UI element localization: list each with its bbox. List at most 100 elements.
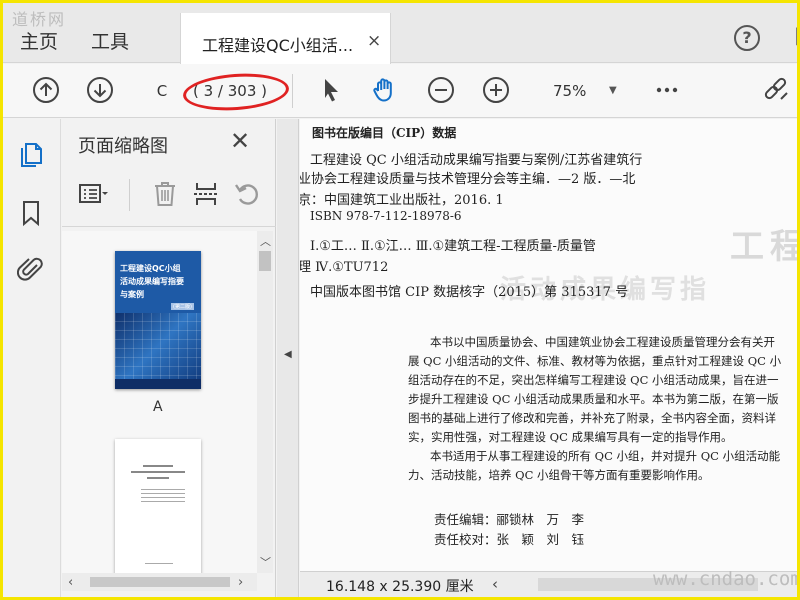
extract-pages-button[interactable] bbox=[191, 179, 221, 209]
description-line: 图书的基础上进行了修改和完善，并补充了附录，全书内容全面，资料详 bbox=[408, 411, 776, 425]
help-button[interactable]: ? bbox=[734, 25, 760, 51]
cip-heading: 图书在版编目（CIP）数据 bbox=[312, 126, 457, 140]
scrollbar-thumb[interactable] bbox=[259, 251, 271, 271]
cursor-arrow-icon bbox=[325, 79, 338, 102]
document-view[interactable]: 活动成果编写指 工程建 图书在版编目（CIP）数据 工程建设 QC 小组活动成果… bbox=[300, 119, 797, 571]
watermark-top: 道桥网 bbox=[12, 10, 67, 29]
tab-document[interactable]: 工程建设QC小组活... × bbox=[180, 13, 391, 64]
scroll-left-icon[interactable]: ‹ bbox=[68, 575, 73, 590]
thumbnail-page-2[interactable] bbox=[115, 439, 201, 573]
panel-title: 页面缩略图 bbox=[78, 136, 168, 157]
editor-credit: 责任编辑：郦锁林 万 李 bbox=[434, 512, 585, 527]
hand-icon bbox=[373, 78, 392, 102]
close-tab-button[interactable]: × bbox=[367, 31, 381, 51]
share-link-button[interactable] bbox=[761, 75, 791, 105]
page-text-line bbox=[145, 563, 173, 564]
collapse-arrow-icon: ◀ bbox=[284, 349, 292, 360]
document-tab-title: 工程建设QC小组活... bbox=[202, 36, 354, 55]
cip-line: Ⅰ.①工… Ⅱ.①江… Ⅲ.①建筑工程-工程质量-质量管 bbox=[310, 239, 596, 254]
cip-line: 中国版本图书馆 CIP 数据核字（2015）第 315317 号 bbox=[310, 285, 629, 300]
next-page-button[interactable] bbox=[85, 75, 115, 105]
bleed-through-text: 工程建 bbox=[730, 227, 797, 267]
bookmarks-button[interactable] bbox=[17, 199, 45, 227]
zoom-out-button[interactable] bbox=[426, 75, 456, 105]
pages-icon bbox=[21, 143, 42, 167]
cip-line: 理 Ⅳ.①TU712 bbox=[300, 260, 389, 275]
delete-pages-button[interactable] bbox=[150, 179, 180, 209]
cover-title-line: 与案例 bbox=[120, 290, 144, 299]
highlight-annotation bbox=[181, 70, 291, 114]
page-text-line bbox=[141, 501, 185, 502]
thumbnail-horizontal-scrollbar[interactable]: ‹ › bbox=[62, 573, 257, 591]
close-panel-button[interactable]: ✕ bbox=[230, 127, 250, 155]
description-line: 本书以中国质量协会、中国建筑业协会工程建设质量管理分会有关开 bbox=[430, 335, 775, 349]
tab-home[interactable]: 主页 bbox=[20, 27, 58, 54]
attachments-button[interactable] bbox=[16, 256, 45, 284]
zoom-value: 75% bbox=[553, 82, 587, 100]
thumbnail-page-a[interactable]: 工程建设QC小组 活动成果编写指要 与案例 (第二版) bbox=[115, 251, 201, 389]
arrow-up-circle-icon bbox=[33, 77, 59, 103]
select-tool-button[interactable] bbox=[316, 75, 346, 105]
trash-icon bbox=[155, 182, 175, 206]
panel-toolbar-divider bbox=[129, 179, 130, 211]
toolbar: C ( 3 / 303 ) 75% ▼ bbox=[3, 64, 797, 118]
scroll-up-icon[interactable]: ︿ bbox=[260, 233, 271, 249]
description-line: 展 QC 小组活动的文件、标准、教材等为依据，重点针对工程建设 QC 小 bbox=[408, 354, 782, 368]
tabbar-overflow-icon[interactable]: | bbox=[794, 25, 800, 46]
cip-line: ISBN 978-7-112-18978-6 bbox=[310, 209, 462, 223]
cip-line: 工程建设 QC 小组活动成果编写指要与案例/江苏省建筑行 bbox=[310, 153, 643, 168]
page-text-line bbox=[141, 489, 185, 490]
watermark-bottom: www.cndao.com bbox=[653, 568, 800, 590]
scroll-down-icon[interactable]: ﹀ bbox=[260, 554, 271, 570]
description-line: 本书适用于从事工程建设的所有 QC 小组，并对提升 QC 小组活动能 bbox=[430, 449, 781, 463]
list-options-icon bbox=[79, 184, 108, 203]
cover-footer bbox=[115, 379, 201, 389]
thumbnail-vertical-scrollbar[interactable]: ︿ ﹀ bbox=[257, 231, 273, 573]
page-number-input[interactable]: C bbox=[147, 79, 177, 103]
scroll-left-icon[interactable]: ‹ bbox=[492, 575, 498, 593]
panel-collapse-handle[interactable]: ◀ bbox=[277, 119, 299, 597]
more-tools-button[interactable] bbox=[652, 75, 682, 105]
plus-circle-icon bbox=[483, 77, 509, 103]
scroll-right-icon[interactable]: › bbox=[238, 575, 243, 590]
previous-page-button[interactable] bbox=[31, 75, 61, 105]
arrow-down-circle-icon bbox=[87, 77, 113, 103]
navigation-rail bbox=[3, 119, 61, 597]
page-text-line bbox=[141, 493, 185, 494]
page-text-line bbox=[141, 497, 185, 498]
rotate-icon bbox=[235, 184, 258, 205]
thumbnail-options-button[interactable] bbox=[78, 179, 108, 209]
hand-tool-button[interactable] bbox=[370, 75, 400, 105]
chevron-down-icon: ▼ bbox=[609, 85, 617, 96]
thumbnail-label: A bbox=[153, 399, 163, 415]
scrollbar-thumb[interactable] bbox=[90, 577, 230, 587]
panel-toolbar bbox=[62, 169, 276, 227]
description-line: 组活动存在的不足，突出怎样编写工程建设 QC 小组活动成果，旨在进一 bbox=[408, 373, 779, 387]
page-text-line bbox=[147, 477, 169, 479]
page-text-line bbox=[143, 465, 173, 467]
zoom-in-button[interactable] bbox=[481, 75, 511, 105]
cip-line: 业协会工程建设质量与技术管理分会等主编．—2 版．—北 bbox=[300, 172, 636, 187]
cover-title-line: 活动成果编写指要 bbox=[120, 277, 184, 286]
rotate-pages-button[interactable] bbox=[232, 179, 262, 209]
cover-edition: (第二版) bbox=[171, 303, 194, 310]
tab-tools[interactable]: 工具 bbox=[91, 27, 129, 54]
thumbnail-panel: 页面缩略图 ✕ 工程建设QC小组 活动成果编写指要 与案例 (第二版) A ︿ … bbox=[62, 119, 276, 597]
cover-title-line: 工程建设QC小组 bbox=[120, 264, 181, 273]
page-dimensions: 16.148 x 25.390 厘米 bbox=[326, 579, 474, 595]
zoom-select[interactable]: 75% ▼ bbox=[539, 79, 627, 103]
link-icon bbox=[764, 77, 788, 100]
cover-image bbox=[115, 313, 201, 379]
minus-circle-icon bbox=[428, 77, 454, 103]
proofreader-credit: 责任校对：张 颖 刘 钰 bbox=[434, 532, 585, 547]
split-pages-icon bbox=[194, 183, 218, 205]
tab-bar: 主页 工具 工程建设QC小组活... × ? | bbox=[3, 3, 800, 64]
toolbar-divider bbox=[292, 74, 293, 108]
more-dots-icon bbox=[656, 87, 678, 93]
description-line: 力、活动技能，培养 QC 小组骨干等方面有重要影响作用。 bbox=[408, 468, 710, 482]
bookmark-icon bbox=[23, 201, 39, 227]
thumbnail-list: 工程建设QC小组 活动成果编写指要 与案例 (第二版) A bbox=[62, 231, 257, 573]
cip-line: 京：中国建筑工业出版社，2016. 1 bbox=[300, 193, 504, 208]
description-line: 步提升工程建设 QC 小组活动成果质量和水平。本书为第二版，在第一版 bbox=[408, 392, 779, 406]
page-thumbnails-button[interactable] bbox=[17, 141, 45, 169]
